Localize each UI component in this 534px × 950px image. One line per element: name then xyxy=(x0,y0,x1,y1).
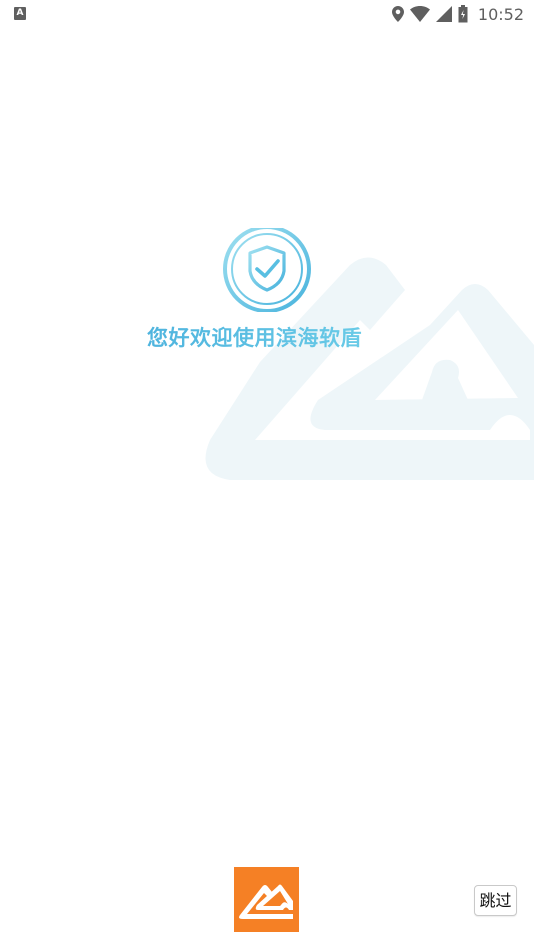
shield-check-icon xyxy=(223,228,311,312)
skip-button[interactable]: 跳过 xyxy=(474,885,517,916)
location-icon xyxy=(391,6,404,22)
welcome-message: 您好欢迎使用滨海软盾 xyxy=(147,322,387,354)
brand-logo xyxy=(234,867,299,932)
status-bar: A 10:52 xyxy=(0,0,534,28)
battery-icon xyxy=(458,5,468,23)
wifi-icon xyxy=(409,6,430,22)
notification-icon: A xyxy=(14,7,26,20)
splash-screen: A 10:52 您好欢迎使用滨海软盾 跳过 xyxy=(0,0,534,950)
status-icons: 10:52 xyxy=(391,3,524,25)
brand-logo-icon xyxy=(239,884,293,919)
status-time: 10:52 xyxy=(477,4,524,24)
signal-icon xyxy=(435,6,452,22)
